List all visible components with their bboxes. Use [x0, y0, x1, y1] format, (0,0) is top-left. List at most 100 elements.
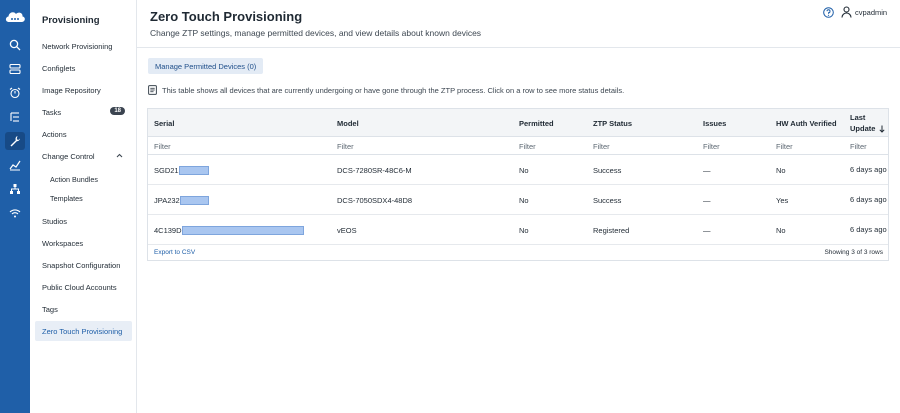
issues-cell: — — [703, 165, 711, 175]
issues-cell: — — [703, 225, 711, 235]
column-header-issues[interactable]: Issues — [703, 109, 726, 137]
user-name[interactable]: cvpadmin — [855, 8, 887, 17]
column-header-last-update[interactable]: Last Update — [850, 109, 888, 137]
model-cell: DCS-7280SR-48C6-M — [337, 165, 412, 175]
permitted-cell: No — [519, 195, 529, 205]
info-message: This table shows all devices that are cu… — [148, 85, 624, 95]
cloud-logo-icon[interactable] — [4, 9, 26, 23]
sidebar-title: Provisioning — [42, 15, 100, 26]
sidebar-item-label: Configlets — [42, 63, 76, 73]
sidebar-item-actions[interactable]: Actions — [35, 125, 132, 143]
filter-input-permitted[interactable]: Filter — [519, 137, 536, 155]
last-update-cell: 6 days ago — [850, 165, 887, 174]
sidebar-item-action-bundles[interactable]: Action Bundles — [35, 170, 132, 188]
sidebar-item-tags[interactable]: Tags — [35, 300, 132, 318]
serial-text: 4C139D — [154, 225, 182, 235]
page-header: Zero Touch Provisioning Change ZTP setti… — [137, 0, 900, 48]
page-title: Zero Touch Provisioning — [150, 9, 303, 24]
table-row[interactable]: JPA232 DCS-7050SDX4-48D8 No Success — Ye… — [148, 185, 888, 215]
tasks-count-badge: 18 — [110, 107, 125, 115]
provisioning-wrench-icon[interactable] — [5, 132, 25, 150]
document-info-icon — [148, 85, 157, 95]
sidebar-item-label: Actions — [42, 129, 67, 139]
hw-auth-cell: No — [776, 225, 786, 235]
page-subtitle: Change ZTP settings, manage permitted de… — [150, 28, 482, 38]
hw-auth-cell: Yes — [776, 195, 789, 205]
row-count-text: Showing 3 of 3 rows — [824, 249, 883, 256]
filter-input-hw-auth-verified[interactable]: Filter — [776, 137, 793, 155]
info-text: This table shows all devices that are cu… — [162, 85, 625, 95]
sidebar-item-label: Studios — [42, 216, 68, 226]
sidebar-item-templates[interactable]: Templates — [35, 189, 132, 207]
filter-input-issues[interactable]: Filter — [703, 137, 720, 155]
sidebar-item-label: Image Repository — [42, 85, 101, 95]
sidebar-item-public-cloud-accounts[interactable]: Public Cloud Accounts — [35, 278, 132, 296]
ztp-status-cell: Success — [593, 165, 622, 175]
serial-cell: SGD21 — [154, 155, 209, 185]
permitted-cell: No — [519, 165, 529, 175]
last-update-cell: 6 days ago — [850, 195, 887, 204]
search-icon[interactable] — [5, 36, 25, 54]
last-update-cell: 6 days ago — [850, 225, 887, 234]
table-footer: Export to CSV Showing 3 of 3 rows — [148, 245, 888, 261]
export-csv-link[interactable]: Export to CSV — [154, 249, 195, 256]
events-alarm-icon[interactable] — [5, 84, 25, 102]
sidebar-item-label: Tags — [42, 304, 58, 314]
metrics-chart-icon[interactable] — [5, 156, 25, 174]
filter-input-serial[interactable]: Filter — [154, 137, 171, 155]
ztp-devices-table: Serial Model Permitted ZTP Status Issues… — [147, 108, 889, 261]
filter-input-last-update[interactable]: Filter — [850, 137, 867, 155]
network-icon[interactable] — [5, 180, 25, 198]
sidebar-item-workspaces[interactable]: Workspaces — [35, 234, 132, 252]
filter-input-ztp-status[interactable]: Filter — [593, 137, 610, 155]
redacted-block — [179, 195, 209, 205]
filter-row: Filter Filter Filter Filter Filter Filte… — [148, 137, 888, 155]
sidebar-item-label: Action Bundles — [50, 174, 98, 184]
sidebar-item-label: Change Control — [42, 151, 95, 161]
chevron-up-icon — [116, 153, 123, 158]
help-icon[interactable] — [823, 7, 834, 18]
redacted-block — [178, 165, 209, 175]
table-header: Serial Model Permitted ZTP Status Issues… — [148, 109, 888, 137]
wifi-icon[interactable] — [5, 204, 25, 222]
serial-cell: 4C139D — [154, 215, 304, 245]
column-header-hw-auth-verified[interactable]: HW Auth Verified — [776, 109, 837, 137]
table-row[interactable]: SGD21 DCS-7280SR-48C6-M No Success — No … — [148, 155, 888, 185]
model-cell: DCS-7050SDX4-48D8 — [337, 195, 413, 205]
icon-rail — [0, 0, 30, 413]
sidebar-item-label: Public Cloud Accounts — [42, 282, 117, 292]
user-icon[interactable] — [841, 6, 852, 18]
sidebar-item-change-control[interactable]: Change Control — [35, 147, 132, 165]
serial-text: JPA232 — [154, 195, 180, 205]
redacted-block — [181, 225, 304, 235]
filter-input-model[interactable]: Filter — [337, 137, 354, 155]
manage-permitted-devices-button[interactable]: Manage Permitted Devices (0) — [148, 58, 264, 74]
sidebar-item-label: Zero Touch Provisioning — [42, 326, 123, 336]
sidebar-item-configlets[interactable]: Configlets — [35, 59, 132, 77]
model-cell: vEOS — [337, 225, 357, 235]
provisioning-sidebar: Provisioning Network Provisioning Config… — [30, 0, 137, 413]
hw-auth-cell: No — [776, 165, 786, 175]
topology-list-icon[interactable] — [5, 108, 25, 126]
sidebar-item-label: Snapshot Configuration — [42, 260, 121, 270]
serial-cell: JPA232 — [154, 185, 209, 215]
sidebar-item-snapshot-configuration[interactable]: Snapshot Configuration — [35, 256, 132, 274]
ztp-status-cell: Registered — [593, 225, 630, 235]
column-header-ztp-status[interactable]: ZTP Status — [593, 109, 632, 137]
sidebar-item-label: Tasks — [42, 107, 62, 117]
sidebar-item-zero-touch-provisioning[interactable]: Zero Touch Provisioning — [35, 321, 132, 341]
sidebar-item-label: Network Provisioning — [42, 41, 113, 51]
sidebar-item-tasks[interactable]: Tasks 18 — [35, 103, 132, 121]
inventory-icon[interactable] — [5, 60, 25, 78]
sidebar-item-network-provisioning[interactable]: Network Provisioning — [35, 37, 132, 55]
column-header-model[interactable]: Model — [337, 109, 359, 137]
sidebar-item-label: Templates — [50, 193, 83, 203]
permitted-cell: No — [519, 225, 529, 235]
sidebar-item-image-repository[interactable]: Image Repository — [35, 81, 132, 99]
column-header-permitted[interactable]: Permitted — [519, 109, 554, 137]
ztp-status-cell: Success — [593, 195, 622, 205]
column-header-serial[interactable]: Serial — [154, 109, 174, 137]
sort-descending-icon[interactable] — [879, 125, 885, 133]
table-row[interactable]: 4C139D vEOS No Registered — No 6 days ag… — [148, 215, 888, 245]
sidebar-item-studios[interactable]: Studios — [35, 212, 132, 230]
